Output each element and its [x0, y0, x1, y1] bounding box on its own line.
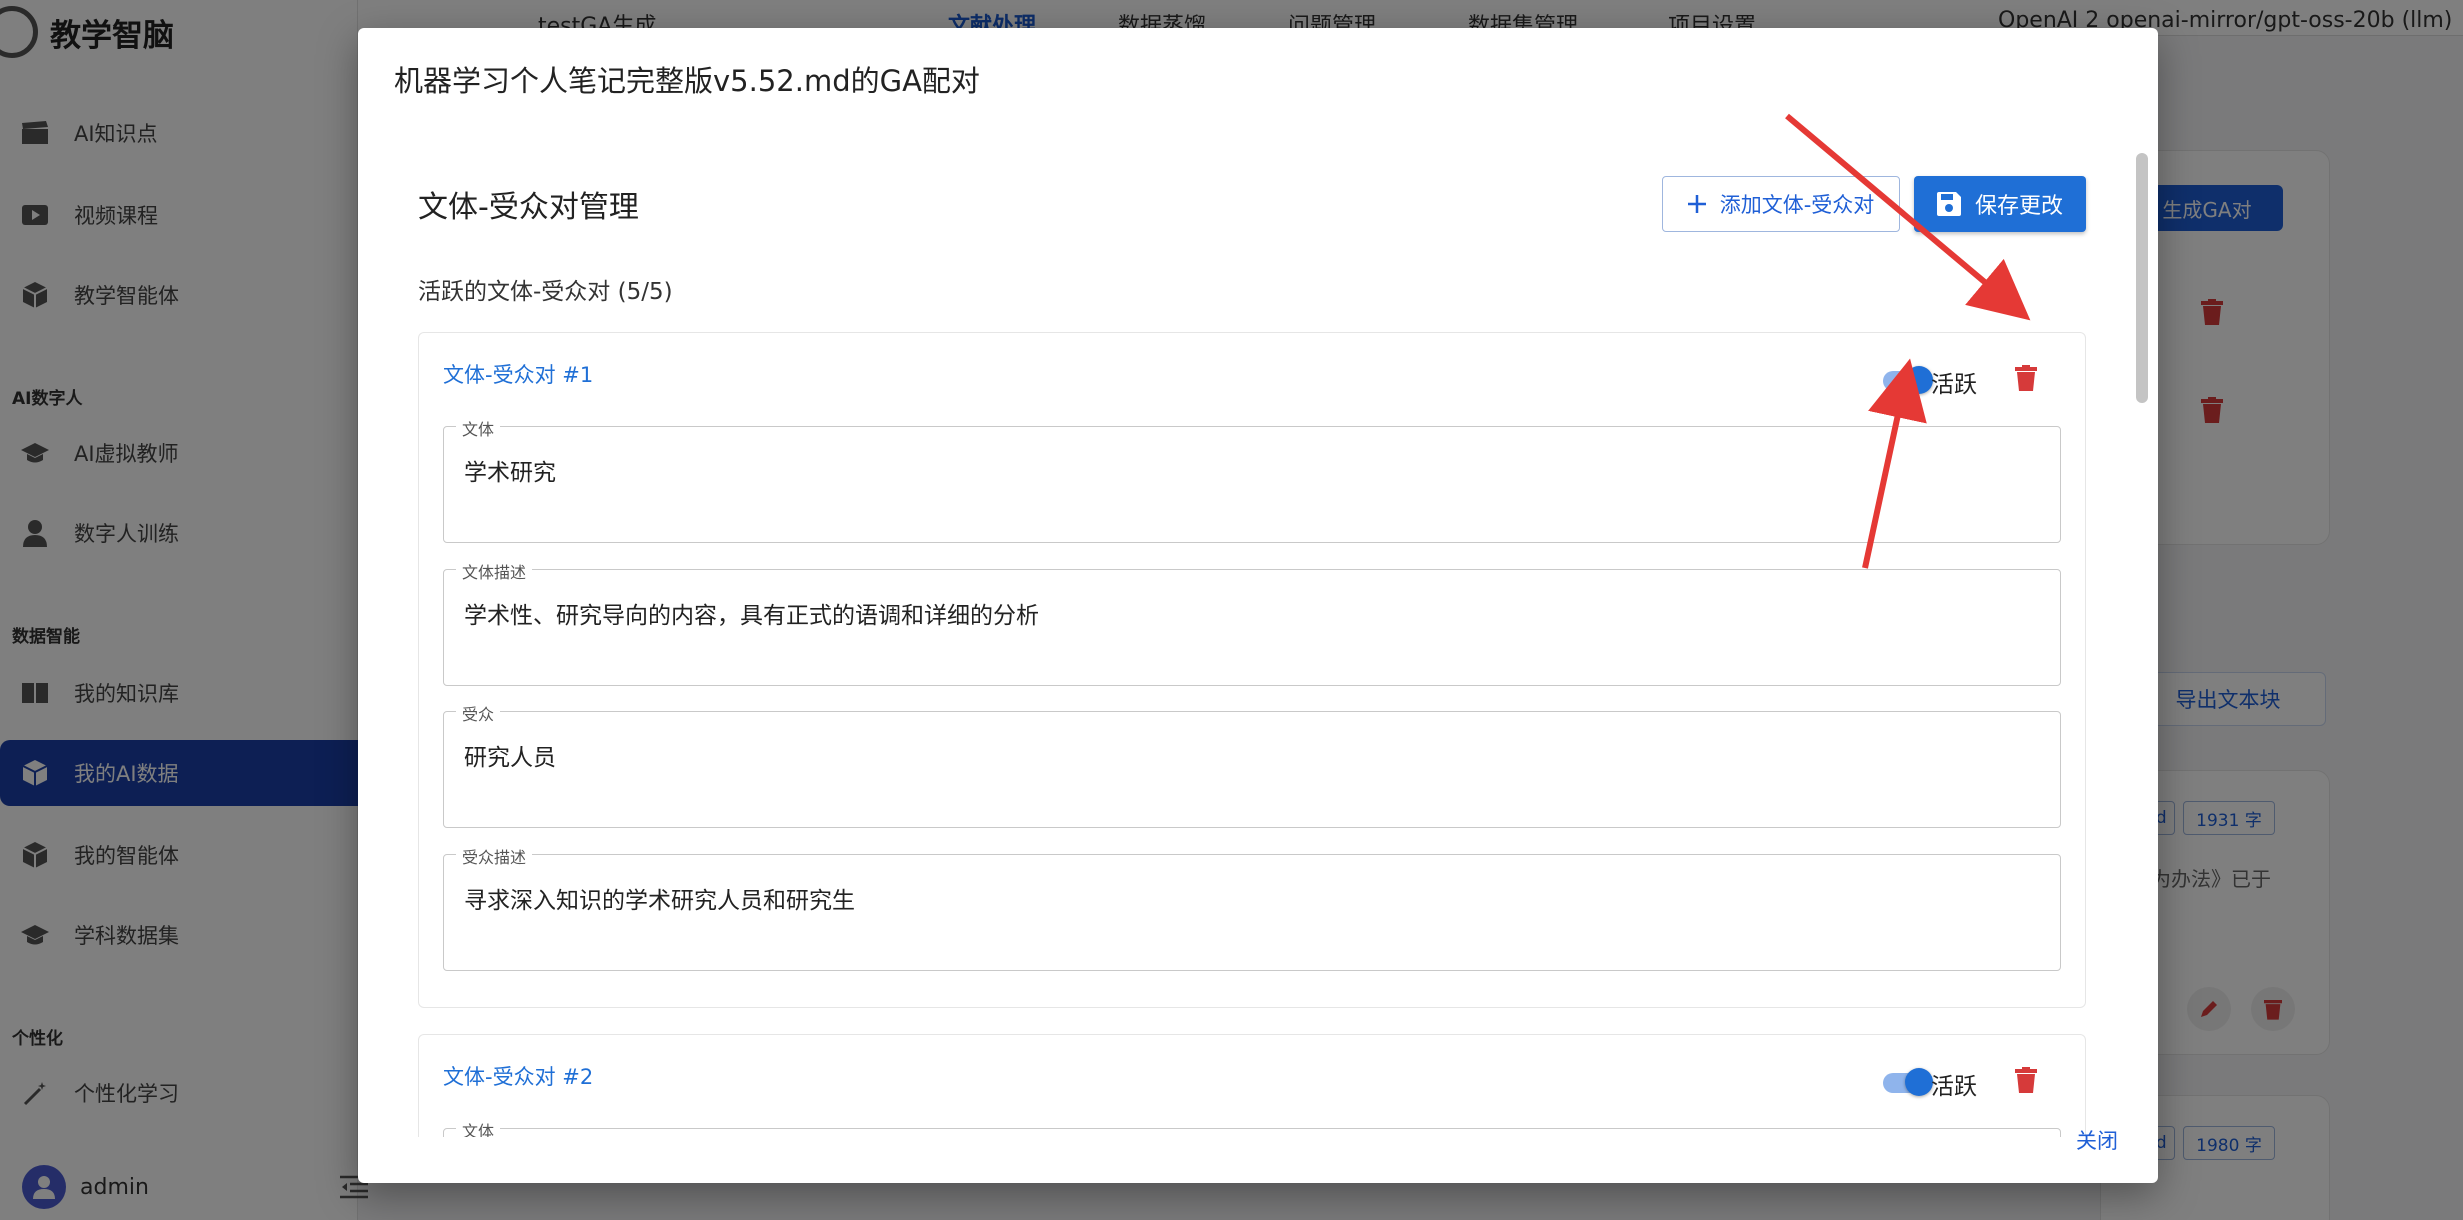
pair-title: 文体-受众对 #2: [443, 1065, 594, 1089]
delete-pair-icon[interactable]: [2015, 365, 2037, 395]
pair-card: 文体-受众对 #2 活跃 文体: [418, 1034, 2086, 1137]
section-title: 文体-受众对管理: [418, 190, 639, 225]
save-changes-button[interactable]: 保存更改: [1914, 176, 2086, 232]
active-toggle[interactable]: [1883, 366, 1933, 394]
ga-pairs-dialog: 机器学习个人笔记完整版v5.52.md的GA配对 文体-受众对管理 添加文体-受…: [358, 28, 2158, 1183]
dialog-content[interactable]: 文体-受众对管理 添加文体-受众对 保存更改 活跃的文体-受众对 (5/5) 文…: [358, 124, 2158, 1137]
audience-label: 受众: [456, 701, 501, 725]
audience-value: 研究人员: [464, 745, 556, 771]
dialog-scrollbar[interactable]: [2136, 153, 2148, 403]
audience-description-value: 寻求深入知识的学术研究人员和研究生: [464, 888, 855, 914]
dialog-title: 机器学习个人笔记完整版v5.52.md的GA配对: [394, 64, 980, 98]
genre-field[interactable]: 文体: [443, 1118, 2061, 1137]
plus-icon: [1687, 195, 1706, 213]
save-icon: [1936, 192, 1961, 216]
save-label: 保存更改: [1974, 194, 2063, 219]
pair-card: 文体-受众对 #1 活跃 文体 学术研究 文体描述 学术性、研究导向的内容，具有…: [418, 332, 2086, 1008]
genre-description-label: 文体描述: [456, 559, 533, 583]
toggle-knob: [1905, 366, 1933, 394]
genre-value: 学术研究: [464, 460, 556, 486]
toggle-knob: [1905, 1068, 1933, 1096]
add-pair-button[interactable]: 添加文体-受众对: [1662, 176, 1900, 232]
genre-label: 文体: [456, 416, 501, 440]
active-toggle[interactable]: [1883, 1068, 1933, 1096]
audience-description-label: 受众描述: [456, 844, 533, 868]
genre-description-field[interactable]: 文体描述 学术性、研究导向的内容，具有正式的语调和详细的分析: [443, 559, 2061, 686]
active-toggle-label: 活跃: [1931, 372, 1977, 398]
active-pairs-count: 活跃的文体-受众对 (5/5): [418, 279, 673, 305]
genre-label: 文体: [456, 1118, 501, 1137]
genre-field[interactable]: 文体 学术研究: [443, 416, 2061, 543]
audience-field[interactable]: 受众 研究人员: [443, 701, 2061, 828]
audience-description-field[interactable]: 受众描述 寻求深入知识的学术研究人员和研究生: [443, 844, 2061, 971]
close-button[interactable]: 关闭: [2076, 1125, 2118, 1155]
active-toggle-label: 活跃: [1931, 1074, 1977, 1100]
genre-description-value: 学术性、研究导向的内容，具有正式的语调和详细的分析: [464, 603, 1039, 629]
add-pair-label: 添加文体-受众对: [1719, 193, 1875, 217]
pair-title: 文体-受众对 #1: [443, 363, 594, 387]
delete-pair-icon[interactable]: [2015, 1067, 2037, 1097]
